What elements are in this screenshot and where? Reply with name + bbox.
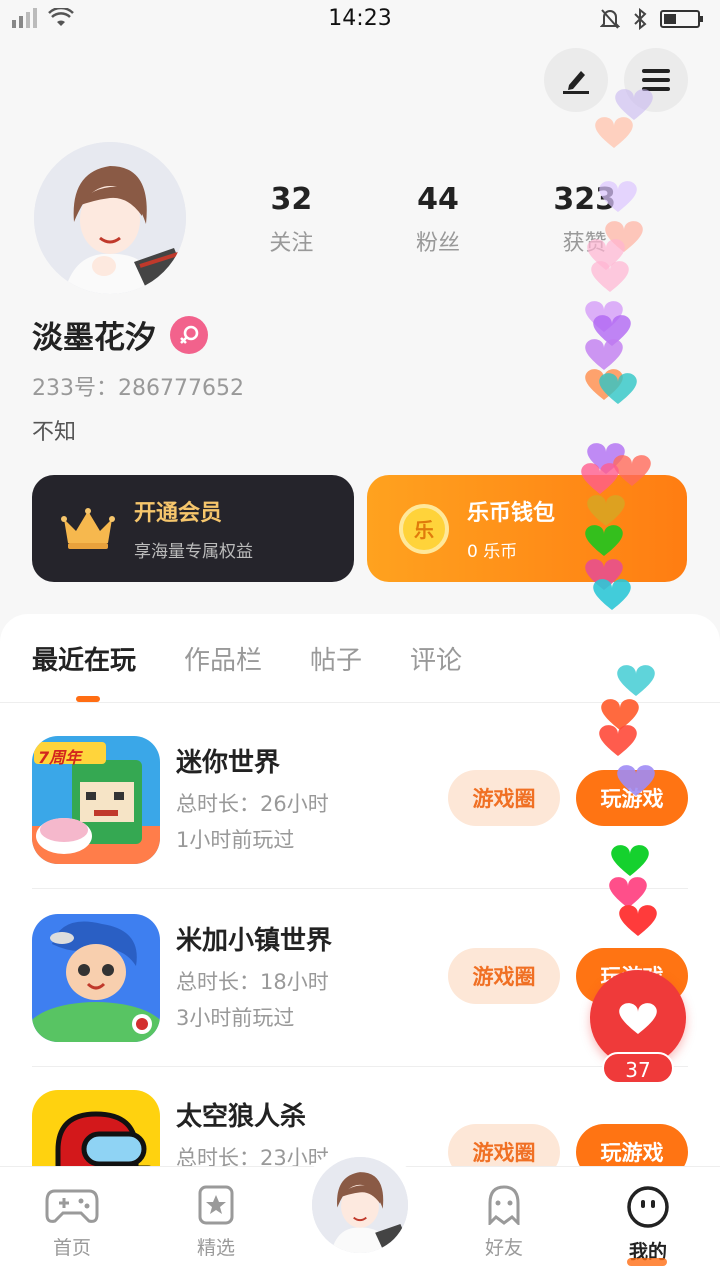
crown-icon bbox=[61, 507, 115, 549]
game-last-played: 1小时前玩过 bbox=[176, 828, 295, 852]
game-row[interactable]: 7周年 迷你世界 总时长：26小时 1小时前玩过 游戏圈 玩游戏 bbox=[32, 736, 688, 912]
divider bbox=[0, 702, 720, 703]
avatar bbox=[312, 1157, 408, 1253]
user-id: 233号：286777652 bbox=[32, 376, 244, 401]
row-divider bbox=[32, 888, 688, 889]
stat-label: 获赞 bbox=[562, 231, 607, 256]
bluetooth-icon bbox=[634, 8, 647, 30]
game-name: 太空狼人杀 bbox=[176, 1102, 307, 1132]
vip-card[interactable]: 开通会员 享海量专属权益 bbox=[32, 475, 354, 582]
tab-label: 最近在玩 bbox=[32, 646, 137, 676]
game-circle-button[interactable]: 游戏圈 bbox=[448, 948, 560, 1004]
status-right bbox=[600, 8, 704, 30]
coin-label: 乐 bbox=[414, 518, 434, 542]
stat-number: 32 bbox=[270, 182, 313, 217]
game-name: 米加小镇世界 bbox=[176, 926, 333, 956]
user-name: 淡墨花汐 bbox=[32, 320, 156, 356]
menu-icon bbox=[642, 69, 670, 91]
star-bookmark-icon bbox=[198, 1185, 234, 1225]
heart-icon bbox=[619, 1003, 657, 1034]
game-duration: 总时长：18小时 bbox=[176, 970, 329, 994]
name-row: 淡墨花汐 bbox=[32, 312, 208, 357]
ghost-icon bbox=[488, 1185, 520, 1227]
tab-posts[interactable]: 帖子 bbox=[310, 640, 362, 677]
game-duration: 总时长：26小时 bbox=[176, 792, 329, 816]
like-count: 37 bbox=[602, 1052, 674, 1084]
wallet-title: 乐币钱包 bbox=[467, 501, 556, 526]
wallet-balance: 0 乐币 bbox=[467, 542, 518, 562]
stat-number: 323 bbox=[553, 182, 616, 217]
stats-bar: 32 关注 44 粉丝 323 获赞 bbox=[218, 182, 658, 257]
anniversary-badge: 7周年 bbox=[38, 748, 82, 767]
nav-active-indicator bbox=[627, 1258, 667, 1266]
nav-label: 首页 bbox=[52, 1237, 91, 1259]
nav-label: 精选 bbox=[196, 1237, 235, 1259]
game-name: 迷你世界 bbox=[176, 748, 281, 778]
bottom-nav: 首页 精选 好友 我的 bbox=[0, 1145, 720, 1280]
menu-button[interactable] bbox=[624, 48, 688, 112]
game-row[interactable]: 米加小镇世界 总时长：18小时 3小时前玩过 游戏圈 玩游戏 bbox=[32, 914, 688, 1090]
status-bar: 14:23 bbox=[0, 0, 720, 40]
tab-works[interactable]: 作品栏 bbox=[184, 640, 262, 677]
wallet-card[interactable]: 乐 乐币钱包 0 乐币 bbox=[367, 475, 687, 582]
row-divider bbox=[32, 1066, 688, 1067]
game-last-played: 3小时前玩过 bbox=[176, 1006, 295, 1030]
game-icon-miga-town bbox=[32, 914, 160, 1042]
mute-bell-icon bbox=[600, 9, 620, 29]
nav-mine[interactable]: 我的 bbox=[598, 1185, 698, 1264]
stat-fans[interactable]: 44 粉丝 bbox=[378, 182, 498, 257]
vip-title: 开通会员 bbox=[134, 501, 223, 526]
smiley-icon bbox=[627, 1186, 669, 1228]
nav-label: 好友 bbox=[484, 1237, 523, 1259]
nav-friends[interactable]: 好友 bbox=[454, 1185, 554, 1260]
nav-featured[interactable]: 精选 bbox=[166, 1185, 266, 1260]
pen-icon bbox=[563, 71, 589, 94]
avatar-illustration bbox=[34, 142, 186, 294]
tab-recent[interactable]: 最近在玩 bbox=[32, 640, 137, 702]
vip-subtitle: 享海量专属权益 bbox=[134, 542, 253, 562]
stat-following[interactable]: 32 关注 bbox=[231, 182, 351, 257]
stat-label: 粉丝 bbox=[415, 231, 460, 256]
play-game-button[interactable]: 玩游戏 bbox=[576, 770, 688, 826]
nav-avatar-button[interactable] bbox=[300, 1145, 420, 1265]
user-bio: 不知 bbox=[32, 420, 77, 445]
female-icon bbox=[170, 315, 208, 354]
gamepad-icon bbox=[45, 1189, 99, 1223]
avatar[interactable] bbox=[34, 142, 186, 294]
tab-bar: 最近在玩 作品栏 帖子 评论 bbox=[32, 640, 462, 702]
edit-button[interactable] bbox=[544, 48, 608, 112]
game-circle-button[interactable]: 游戏圈 bbox=[448, 770, 560, 826]
stat-label: 关注 bbox=[269, 231, 314, 256]
stat-number: 44 bbox=[417, 182, 459, 217]
coin-icon: 乐 bbox=[399, 503, 449, 554]
nav-home[interactable]: 首页 bbox=[22, 1185, 122, 1260]
game-icon-mini-world: 7周年 bbox=[32, 736, 160, 864]
tab-comments[interactable]: 评论 bbox=[410, 640, 462, 677]
battery-icon bbox=[660, 10, 703, 28]
stat-likes[interactable]: 323 获赞 bbox=[525, 182, 645, 257]
